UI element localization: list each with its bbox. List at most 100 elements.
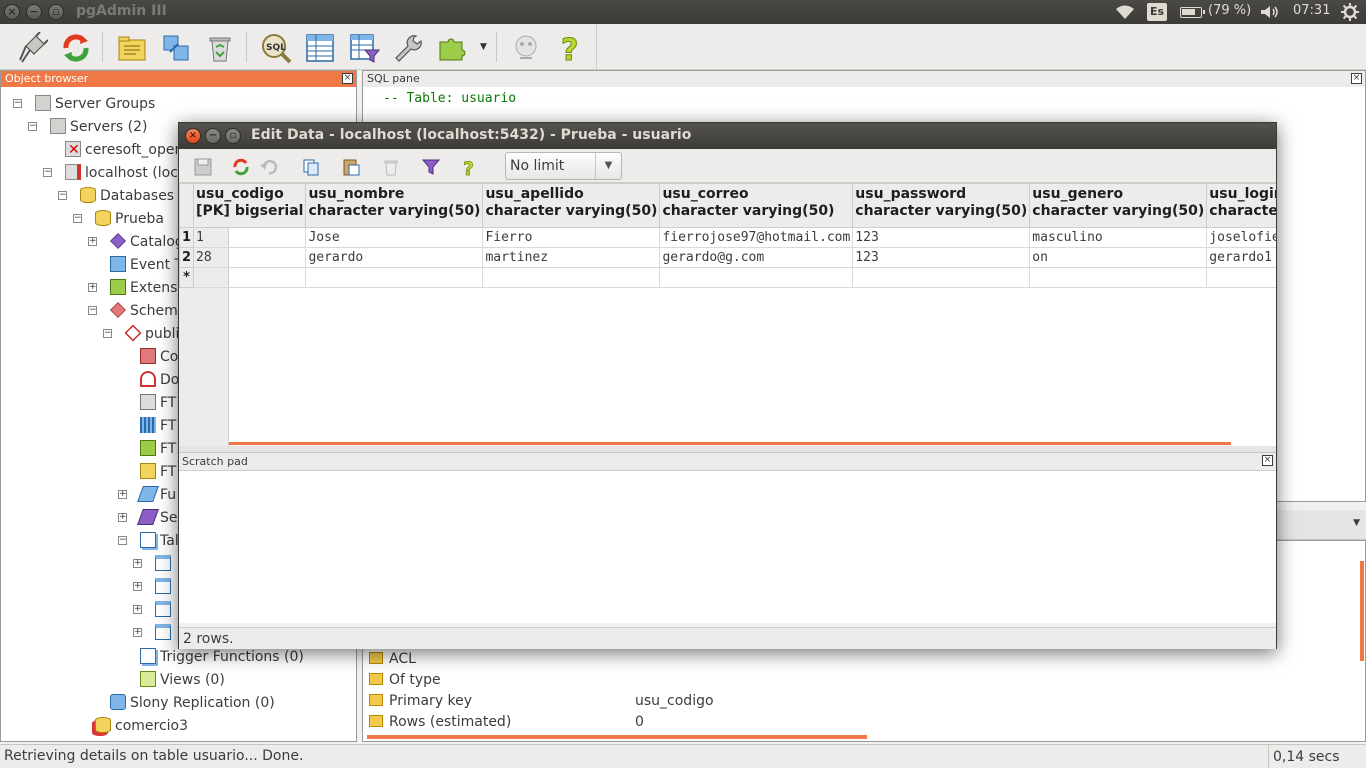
table-cell[interactable] (659, 267, 854, 288)
property-row[interactable]: Rows (estimated) 0 (369, 712, 644, 733)
maintenance-wrench-icon[interactable] (392, 32, 424, 64)
wifi-icon[interactable] (1114, 4, 1136, 20)
table-cell[interactable]: 123 (852, 247, 1031, 268)
close-window-button[interactable]: × (185, 128, 201, 144)
minimize-window-button[interactable]: − (26, 4, 42, 20)
sql-query-icon[interactable]: SQL (260, 32, 292, 64)
volume-icon[interactable] (1260, 5, 1280, 19)
refresh-icon[interactable] (60, 32, 92, 64)
table-cell[interactable]: 28 (193, 247, 307, 268)
table-row[interactable]: 2 28 gerardo martinez gerardo@g.com 123 … (179, 247, 1276, 268)
tree-expand-toggle[interactable]: + (133, 605, 142, 614)
row-number-header[interactable]: 1 (179, 227, 195, 248)
tab-dropdown-chevron-icon[interactable]: ▼ (1353, 518, 1360, 528)
table-cell[interactable]: gerardo1 (1206, 247, 1276, 268)
row-limit-select[interactable]: No limit ▼ (505, 152, 622, 180)
help-question-icon[interactable]: ? (554, 32, 586, 65)
filter-icon[interactable] (421, 157, 441, 177)
table-cell[interactable]: 1 (193, 227, 307, 248)
clock[interactable]: 07:31 (1293, 3, 1330, 18)
tree-item-event-triggers[interactable]: Event T (110, 254, 183, 276)
new-row[interactable]: * (179, 267, 1276, 288)
sql-text[interactable]: -- Table: usuario (383, 91, 516, 106)
table-cell[interactable] (482, 267, 661, 288)
tree-collapse-toggle[interactable]: − (13, 99, 22, 108)
table-cell[interactable]: gerardo (305, 247, 484, 268)
tree-item-catalogs[interactable]: Catalog (110, 231, 184, 253)
row-number-header[interactable]: 2 (179, 247, 195, 268)
save-icon[interactable] (193, 157, 213, 177)
tree-collapse-toggle[interactable]: − (28, 122, 37, 131)
create-object-icon[interactable] (160, 32, 192, 64)
tree-collapse-toggle[interactable]: − (58, 191, 67, 200)
table-cell[interactable]: on (1029, 247, 1208, 268)
tree-item-domains[interactable]: Do (140, 369, 179, 391)
tree-item-fts-configurations[interactable]: FT (140, 392, 176, 414)
delete-row-icon[interactable] (381, 157, 401, 177)
tree-item-table[interactable] (155, 622, 175, 644)
property-row[interactable]: ACL (369, 649, 416, 670)
edit-data-titlebar[interactable]: × − ▫ Edit Data - localhost (localhost:5… (179, 123, 1276, 149)
table-row[interactable]: 1 1 Jose Fierro fierrojose97@hotmail.com… (179, 227, 1276, 248)
scratch-pad-textarea[interactable] (179, 471, 1276, 624)
tree-expand-toggle[interactable]: + (88, 283, 97, 292)
tree-item-server-ceresoft[interactable]: ✕ ceresoft_oper (65, 139, 180, 161)
recycle-bin-icon[interactable] (204, 32, 236, 64)
tree-item-sequences[interactable]: Se (137, 507, 178, 529)
table-cell[interactable] (193, 267, 307, 288)
table-cell[interactable]: martinez (482, 247, 661, 268)
maximize-window-button[interactable]: ▫ (48, 4, 64, 20)
tree-item-schemas[interactable]: Schema (110, 300, 186, 322)
horizontal-scrollbar[interactable] (229, 442, 1231, 445)
tree-item-table[interactable] (155, 599, 175, 621)
tree-expand-toggle[interactable]: + (133, 559, 142, 568)
tree-item-fts-dictionaries[interactable]: FT (140, 415, 176, 437)
tree-expand-toggle[interactable]: + (133, 582, 142, 591)
tree-item-extensions[interactable]: Extensi (110, 277, 181, 299)
property-row[interactable]: Of type (369, 670, 441, 691)
table-cell[interactable] (1206, 267, 1276, 288)
tree-expand-toggle[interactable]: + (88, 237, 97, 246)
table-cell[interactable] (1029, 267, 1208, 288)
view-data-icon[interactable] (304, 32, 336, 64)
column-header-usu-nombre[interactable]: usu_nombre character varying(50) (305, 183, 484, 228)
property-row[interactable]: Primary key usu_codigo (369, 691, 714, 712)
minimize-window-button[interactable]: − (205, 128, 221, 144)
tree-item-slony-replication[interactable]: Slony Replication (0) (110, 692, 275, 714)
table-cell[interactable]: Fierro (482, 227, 661, 248)
tree-item-databases[interactable]: Databases ( (80, 185, 184, 207)
tree-expand-toggle[interactable]: + (133, 628, 142, 637)
plugins-dropdown-chevron-icon[interactable]: ▼ (480, 42, 487, 52)
settings-gear-icon[interactable] (1341, 3, 1359, 21)
tree-expand-toggle[interactable]: + (118, 513, 127, 522)
tree-item-database-comercio3[interactable]: comercio3 (95, 715, 188, 737)
tree-collapse-toggle[interactable]: − (88, 306, 97, 315)
tree-item-collations[interactable]: Co (140, 346, 178, 368)
close-window-button[interactable]: × (4, 4, 20, 20)
keyboard-layout-indicator[interactable]: Es (1147, 3, 1167, 21)
tree-collapse-toggle[interactable]: − (43, 168, 52, 177)
tree-item-fts-parsers[interactable]: FT (140, 438, 176, 460)
properties-folder-icon[interactable] (116, 32, 148, 64)
close-pane-button[interactable]: × (1262, 455, 1273, 466)
column-header-usu-genero[interactable]: usu_genero character varying(50) (1029, 183, 1208, 228)
connect-plug-icon[interactable] (16, 32, 48, 64)
tree-item-views[interactable]: Views (0) (140, 669, 225, 691)
tree-item-database-prueba[interactable]: Prueba (95, 208, 164, 230)
chevron-down-icon[interactable]: ▼ (595, 153, 621, 179)
close-pane-button[interactable]: × (342, 73, 353, 84)
tree-item-server-localhost[interactable]: localhost (loca (65, 162, 187, 184)
tree-item-table[interactable] (155, 576, 175, 598)
help-question-icon[interactable]: ? (459, 157, 479, 177)
column-header-usu-correo[interactable]: usu_correo character varying(50) (659, 183, 854, 228)
filtered-data-icon[interactable] (348, 32, 380, 64)
column-header-usu-password[interactable]: usu_password character varying(50) (852, 183, 1031, 228)
tree-collapse-toggle[interactable]: − (73, 214, 82, 223)
refresh-icon[interactable] (231, 157, 251, 177)
table-cell[interactable] (305, 267, 484, 288)
tree-item-server-groups[interactable]: Server Groups (35, 93, 155, 115)
column-header-usu-login[interactable]: usu_logincharacter varying( (1206, 183, 1276, 228)
column-header-usu-codigo[interactable]: usu_codigo [PK] bigserial (193, 183, 307, 228)
paste-icon[interactable] (341, 157, 361, 177)
table-cell[interactable]: masculino (1029, 227, 1208, 248)
